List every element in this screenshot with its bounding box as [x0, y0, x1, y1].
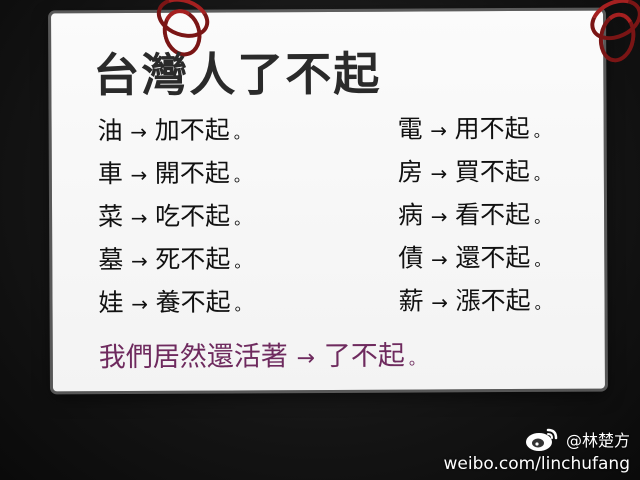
- left-list: 油 → 加不起。 車 → 開不起。 菜 → 吃不起。 墓 → 死不起。 娃 → 養不起。: [98, 108, 251, 324]
- item-punct: 。: [233, 123, 250, 143]
- arrow-icon: →: [430, 161, 448, 186]
- arrow-icon: →: [130, 205, 148, 231]
- list-item: 薪 → 漲不起。: [398, 279, 550, 323]
- arrow-icon: →: [130, 119, 148, 145]
- item-subject: 娃: [98, 288, 124, 318]
- list-item: 娃 → 養不起。: [98, 280, 250, 324]
- watermark-handle: @林楚方: [565, 431, 630, 450]
- conclusion-punct: 。: [408, 349, 425, 369]
- arrow-icon: →: [131, 291, 148, 317]
- arrow-icon: →: [296, 346, 316, 372]
- item-result: 養不起: [155, 287, 231, 317]
- item-subject: 油: [97, 116, 123, 146]
- watermark-url: weibo.com/linchufang: [443, 454, 630, 474]
- item-result: 買不起: [454, 156, 530, 187]
- item-subject: 車: [97, 159, 123, 189]
- item-punct: 。: [534, 207, 551, 227]
- sign-title: 台灣人了不起: [93, 46, 382, 103]
- item-punct: 。: [533, 164, 550, 184]
- right-list: 電 → 用不起。 房 → 買不起。 病 → 看不起。 債 → 還不起。 薪 → 漲不起。: [398, 107, 551, 323]
- list-item: 電 → 用不起。: [398, 107, 550, 151]
- item-punct: 。: [234, 252, 251, 272]
- item-subject: 電: [397, 114, 423, 144]
- arrow-icon: →: [130, 162, 148, 188]
- item-result: 吃不起: [155, 201, 231, 231]
- arrow-icon: →: [430, 204, 448, 229]
- item-subject: 房: [397, 157, 423, 187]
- item-punct: 。: [233, 166, 250, 186]
- arrow-icon: →: [430, 118, 448, 143]
- conclusion-text: 我們居然還活著: [98, 341, 288, 374]
- item-result: 死不起: [155, 244, 231, 274]
- conclusion-line: 我們居然還活著 → 了不起。: [99, 333, 425, 374]
- item-result: 漲不起: [455, 285, 531, 316]
- item-punct: 。: [533, 121, 550, 141]
- item-subject: 病: [397, 200, 424, 230]
- list-item: 車 → 開不起。: [98, 151, 250, 195]
- item-punct: 。: [234, 295, 251, 315]
- sign-card: 台灣人了不起 油 → 加不起。 車 → 開不起。 菜 → 吃不起。 墓 → 死不起。 娃 → 養不起…: [51, 0, 640, 392]
- list-item: 油 → 加不起。: [98, 108, 250, 152]
- conclusion-result: 了不起: [323, 340, 405, 373]
- item-punct: 。: [534, 250, 551, 270]
- list-item: 債 → 還不起。: [398, 236, 550, 280]
- arrow-icon: →: [130, 248, 148, 274]
- item-subject: 薪: [398, 286, 424, 316]
- list-item: 墓 → 死不起。: [98, 237, 250, 281]
- watermark-handle-row: @林楚方: [443, 426, 630, 452]
- list-item: 病 → 看不起。: [398, 193, 550, 237]
- item-subject: 菜: [98, 202, 124, 232]
- list-item: 菜 → 吃不起。: [98, 194, 250, 238]
- weibo-logo-icon: [525, 428, 558, 451]
- item-subject: 墓: [98, 245, 124, 275]
- item-result: 用不起: [454, 113, 530, 144]
- item-result: 開不起: [154, 158, 230, 188]
- item-subject: 債: [398, 243, 424, 273]
- item-result: 加不起: [154, 115, 230, 145]
- watermark: @林楚方 weibo.com/linchufang: [443, 426, 630, 474]
- item-result: 看不起: [455, 199, 531, 230]
- item-result: 還不起: [455, 242, 531, 273]
- item-punct: 。: [534, 293, 551, 313]
- item-punct: 。: [234, 209, 251, 229]
- arrow-icon: →: [431, 290, 448, 315]
- list-item: 房 → 買不起。: [398, 150, 550, 194]
- arrow-icon: →: [430, 247, 448, 272]
